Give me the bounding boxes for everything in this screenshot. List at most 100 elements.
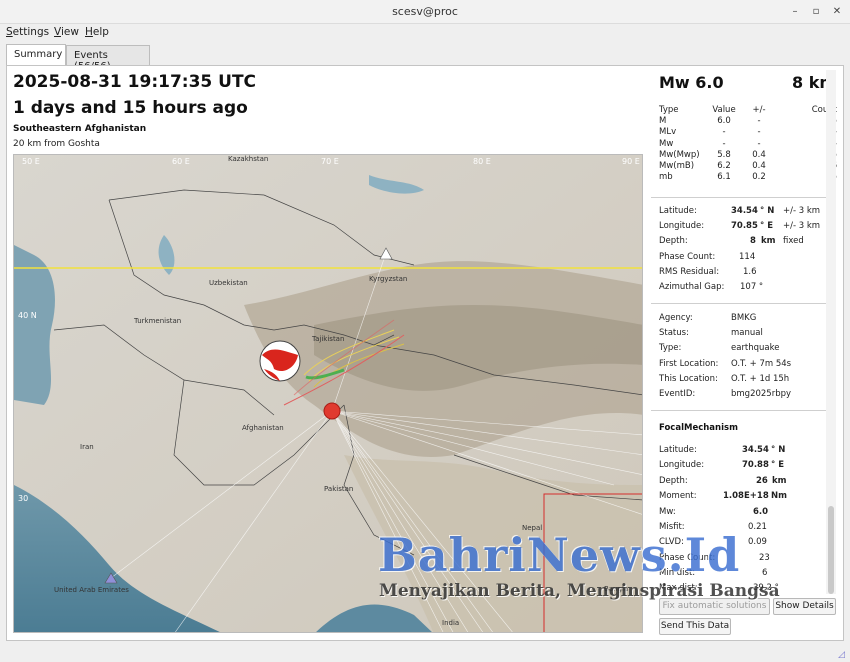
place-label: India [442,619,459,627]
field-label: Type: [659,343,682,353]
field-label: First Location: [659,359,719,369]
field-label: Longitude: [659,221,705,231]
lon-label: 60 E [172,157,190,166]
magnitude-table: Type Value +/- Count M 6.0 - 85 MLv - - … [659,105,837,183]
field-value: 8 [750,236,756,246]
menu-settings[interactable]: Settings [6,26,49,38]
place-label: United Arab Emirates [54,586,129,594]
column-header: +/- [752,105,766,115]
field-label: This Location: [659,374,718,384]
field-label: Agency: [659,313,693,323]
field-label: Depth: [659,476,688,486]
tab-summary[interactable]: Summary [6,44,66,65]
table-row: MLv - - - [659,127,837,138]
table-cell: Mw(Mwp) [659,149,700,160]
table-cell: Mw [659,138,674,149]
field-unit: km [761,236,776,246]
watermark-logo: BahriNews.Id [378,528,741,582]
field-label: Mw: [659,507,676,517]
place-label: Kyrgyzstan [369,275,407,283]
column-header: Type [659,105,679,115]
table-cell: 6.2 [717,161,731,172]
nearest-city: 20 km from Goshta [13,139,100,149]
field-label: EventID: [659,389,696,399]
lon-label: 80 E [473,157,491,166]
lon-label: 90 E [622,157,640,166]
menu-help[interactable]: Help [85,26,109,38]
place-label: Uzbekistan [209,279,248,287]
focal-mechanism-title: FocalMechanism [659,423,738,433]
table-cell: - [757,138,761,149]
field-value: 107 ° [740,282,764,292]
table-cell: 6.0 [717,116,731,127]
origin-time: 2025-08-31 19:17:35 UTC [13,72,257,92]
field-error: +/- 3 km [783,206,821,216]
field-value: 70.85 [731,221,758,231]
place-label: Pakistan [324,485,353,493]
table-header-row: Type Value +/- Count [659,105,837,116]
field-unit: ° E [771,460,785,470]
lat-label: 30 [18,494,28,503]
field-value: bmg2025rbpy [731,389,792,399]
table-row: Mw(mB) 6.2 0.4 76 [659,161,837,172]
scrollbar-thumb[interactable] [828,506,834,594]
table-row: Mw(Mwp) 5.8 0.4 55 [659,150,837,161]
field-label: Status: [659,328,689,338]
menu-bar: Settings View Help [0,24,850,41]
table-cell: - [722,127,726,138]
place-label: Turkmenistan [133,317,181,325]
field-label: Moment: [659,491,697,501]
close-button[interactable]: ✕ [829,4,845,20]
field-label: Latitude: [659,206,697,216]
place-label: Iran [80,443,94,451]
table-cell: - [757,116,761,127]
field-value: manual [731,328,763,338]
field-unit: ° N [771,445,786,455]
field-label: RMS Residual: [659,267,720,277]
epicenter-marker[interactable] [323,402,341,420]
field-label: Longitude: [659,460,705,470]
field-value: O.T. + 1d 15h [731,374,790,384]
table-row: M 6.0 - 85 [659,116,837,127]
table-cell: mb [659,172,673,183]
minimize-button[interactable]: – [787,4,803,20]
region-name: Southeastern Afghanistan [13,124,147,134]
window-titlebar: scesv@proc – ▫ ✕ [0,0,850,24]
window-title: scesv@proc [392,5,458,18]
field-note: fixed [783,236,804,246]
section-divider [651,197,831,198]
lon-label: 50 E [22,157,40,166]
field-error: +/- 3 km [783,221,821,231]
maximize-button[interactable]: ▫ [808,4,824,20]
field-value: 1.08E+18 [723,491,769,501]
table-cell: 5.8 [717,149,731,160]
tab-events[interactable]: Events (56/56) [66,45,150,72]
time-ago: 1 days and 15 hours ago [13,98,248,118]
field-value: 70.88 [742,460,769,470]
field-unit: ° N [760,206,775,216]
field-value: earthquake [731,343,780,353]
magnitude-value: Mw 6.0 [659,73,724,92]
table-cell: 0.4 [752,161,766,172]
field-value: 34.54 [742,445,769,455]
resize-grip-icon[interactable]: ◿ [838,650,845,660]
focal-mechanism-beachball[interactable] [259,340,301,382]
send-this-data-button[interactable]: Send This Data [659,618,731,635]
field-value: 1.6 [743,267,757,277]
field-label: Depth: [659,236,688,246]
field-value: 0.21 [748,522,767,532]
field-value: 34.54 [731,206,758,216]
field-label: Latitude: [659,445,697,455]
show-details-button[interactable]: Show Details [773,598,836,615]
table-cell: 0.2 [752,172,766,183]
field-value: 0.09 [748,537,767,547]
field-label: Phase Count: [659,252,716,262]
column-header: Value [712,105,736,115]
field-value: 6 [762,568,768,578]
section-divider [651,410,831,411]
table-cell: 0.4 [752,149,766,160]
field-value: 6.0 [753,507,769,517]
field-unit: km [772,476,787,486]
field-value: O.T. + 7m 54s [731,359,792,369]
menu-view[interactable]: View [54,26,79,38]
